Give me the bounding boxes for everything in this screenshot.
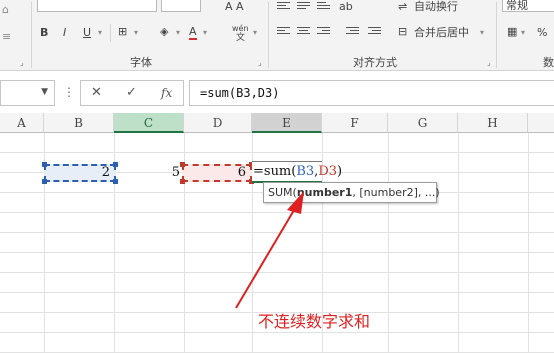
arrow-shaft — [235, 199, 301, 309]
arrow-head — [287, 191, 304, 214]
annotation-arrow — [235, 191, 304, 309]
annotation-label: 不连续数字求和 — [258, 312, 371, 331]
